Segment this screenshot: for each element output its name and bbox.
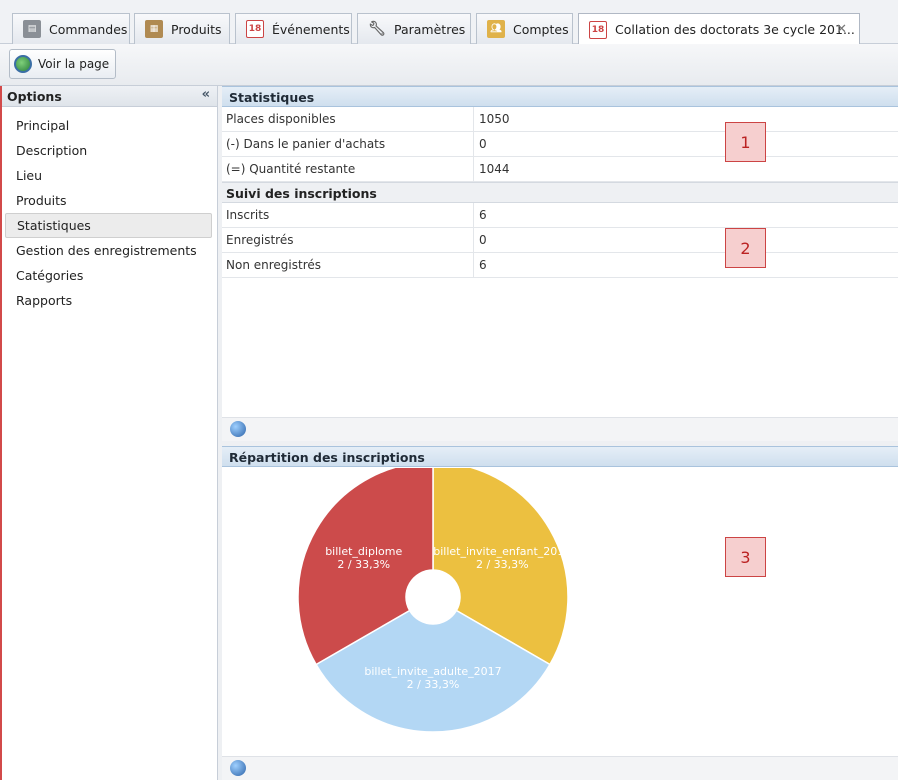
sidebar-item-produits[interactable]: Produits [5, 188, 212, 213]
view-page-label: Voir la page [38, 57, 110, 71]
sidebar-item-gestion-enregistrements[interactable]: Gestion des enregistrements [5, 238, 212, 263]
stat-label: Non enregistrés [222, 253, 474, 277]
tab-parametres[interactable]: 🔧︎ Paramètres [357, 13, 471, 44]
sidebar-list: Principal Description Lieu Produits Stat… [2, 107, 217, 313]
options-sidebar: Options « Principal Description Lieu Pro… [0, 86, 218, 780]
slice-value-label: 2 / 33,3% [337, 558, 390, 571]
tab-evenements[interactable]: 18 Événements [235, 13, 352, 44]
calendar-icon: 18 [589, 20, 607, 39]
sidebar-item-principal[interactable]: Principal [5, 113, 212, 138]
chart-footer [222, 756, 898, 780]
slice-value-label: 2 / 33,3% [407, 678, 460, 691]
stat-label: (-) Dans le panier d'achats [222, 132, 474, 156]
tab-produits[interactable]: ▦ Produits [134, 13, 230, 44]
stat-value: 6 [479, 208, 487, 222]
table-row: Non enregistrés 6 [222, 253, 898, 278]
sidebar-item-lieu[interactable]: Lieu [5, 163, 212, 188]
slice-label: billet_diplome [325, 545, 402, 558]
sidebar-item-categories[interactable]: Catégories [5, 263, 212, 288]
view-page-button[interactable]: Voir la page [9, 49, 117, 79]
tab-label: Événements [272, 21, 350, 37]
main-content: Statistiques Places disponibles 1050 (-)… [222, 86, 898, 780]
register-icon: ▤ [23, 20, 41, 38]
slice-label: billet_invite_adulte_2017 [364, 665, 501, 678]
annotation-marker-3: 3 [725, 537, 766, 577]
stat-value: 0 [479, 233, 487, 247]
sidebar-header: Options « [2, 86, 217, 107]
stats-footer [222, 417, 898, 441]
tab-label: Commandes [49, 21, 128, 37]
globe-icon [14, 55, 32, 73]
stat-value: 1044 [479, 162, 510, 176]
pie-chart: billet_invite_enfant_20172 / 33,3%billet… [297, 468, 571, 733]
stat-label: Places disponibles [222, 107, 474, 131]
tab-comptes[interactable]: 👥︎ Comptes [476, 13, 573, 44]
refresh-icon[interactable] [230, 421, 246, 437]
box-icon: ▦ [145, 20, 163, 38]
sidebar-item-description[interactable]: Description [5, 138, 212, 163]
table-row: (=) Quantité restante 1044 [222, 157, 898, 182]
refresh-icon[interactable] [230, 760, 246, 776]
wrench-icon: 🔧︎ [368, 21, 386, 37]
table-row: Inscrits 6 [222, 203, 898, 228]
stats-panel-title: Statistiques [222, 86, 898, 107]
tab-label: Collation des doctorats 3e cycle 201... [615, 22, 855, 37]
followup-section-title: Suivi des inscriptions [222, 182, 898, 203]
sidebar-item-rapports[interactable]: Rapports [5, 288, 212, 313]
sidebar-title: Options [7, 89, 62, 104]
distribution-panel-title: Répartition des inscriptions [222, 446, 898, 467]
collapse-icon[interactable]: « [202, 87, 210, 102]
tab-label: Comptes [513, 21, 569, 37]
stat-value: 0 [479, 137, 487, 151]
slice-label: billet_invite_enfant_2017 [433, 545, 571, 558]
table-row: (-) Dans le panier d'achats 0 [222, 132, 898, 157]
stat-value: 1050 [479, 112, 510, 126]
tab-label: Paramètres [394, 21, 466, 37]
table-row: Enregistrés 0 [222, 228, 898, 253]
tab-collation[interactable]: 18 Collation des doctorats 3e cycle 201.… [578, 13, 860, 45]
tab-commandes[interactable]: ▤ Commandes [12, 13, 130, 44]
tab-label: Produits [171, 21, 222, 37]
users-icon: 👥︎ [487, 20, 505, 38]
calendar-icon: 18 [246, 20, 264, 38]
annotation-marker-1: 1 [725, 122, 766, 162]
tab-bar: ▤ Commandes ▦ Produits 18 Événements 🔧︎ … [0, 0, 898, 45]
annotation-marker-2: 2 [725, 228, 766, 268]
slice-value-label: 2 / 33,3% [476, 558, 529, 571]
stat-value: 6 [479, 258, 487, 272]
sidebar-item-statistiques[interactable]: Statistiques [5, 213, 212, 238]
stat-label: (=) Quantité restante [222, 157, 474, 181]
close-icon[interactable]: ✕ [836, 22, 847, 37]
toolbar: Voir la page [0, 44, 898, 86]
table-row: Places disponibles 1050 [222, 107, 898, 132]
stat-label: Enregistrés [222, 228, 474, 252]
stat-label: Inscrits [222, 203, 474, 227]
